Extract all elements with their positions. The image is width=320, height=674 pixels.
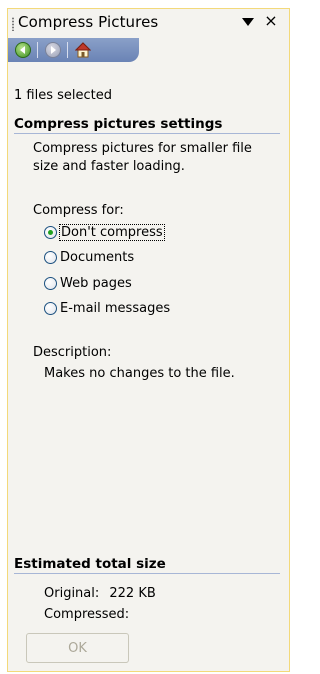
radio-button-icon[interactable] — [44, 276, 57, 290]
radio-button-icon[interactable] — [44, 225, 57, 239]
radio-email-messages[interactable]: E-mail messages — [44, 298, 170, 318]
files-selected-text: 1 files selected — [14, 88, 112, 103]
original-label: Original: — [44, 586, 100, 601]
dropdown-triangle-icon — [242, 18, 254, 26]
description-label: Description: — [33, 345, 112, 360]
back-button[interactable] — [14, 41, 32, 59]
radio-label: Web pages — [60, 275, 132, 291]
radio-dont-compress[interactable]: Don't compress — [44, 222, 165, 242]
radio-label: E-mail messages — [60, 300, 171, 316]
navigation-toolbar — [8, 38, 139, 62]
intro-text: Compress pictures for smaller file size … — [33, 141, 252, 174]
radio-label: Don't compress — [59, 223, 165, 241]
radio-label: Documents — [60, 249, 135, 265]
home-button[interactable] — [74, 41, 92, 59]
estimate-heading: Estimated total size — [14, 556, 280, 574]
back-arrow-icon — [15, 42, 31, 58]
compress-for-label: Compress for: — [33, 203, 124, 218]
toolbar-separator — [67, 42, 68, 58]
original-value: 222 KB — [109, 586, 156, 601]
pane-title: Compress Pictures — [18, 13, 159, 31]
compressed-size-row: Compressed: — [44, 607, 135, 622]
original-size-row: Original: 222 KB — [44, 586, 156, 601]
forward-button[interactable] — [44, 41, 62, 59]
home-icon — [75, 42, 91, 58]
compressed-label: Compressed: — [44, 607, 130, 622]
radio-selected-dot — [48, 229, 53, 235]
close-button[interactable]: × — [263, 11, 279, 31]
ok-button[interactable]: OK — [26, 633, 129, 663]
task-pane-titlebar[interactable]: Compress Pictures × — [8, 9, 289, 37]
radio-button-icon[interactable] — [44, 250, 57, 264]
radio-web-pages[interactable]: Web pages — [44, 273, 132, 293]
pane-menu-button[interactable] — [240, 14, 256, 30]
drag-grip-icon[interactable] — [12, 17, 14, 31]
description-text: Makes no changes to the file. — [44, 366, 235, 381]
forward-arrow-icon — [45, 42, 61, 58]
radio-button-icon[interactable] — [44, 301, 57, 315]
radio-documents[interactable]: Documents — [44, 247, 134, 267]
toolbar-separator — [37, 42, 38, 58]
settings-heading: Compress pictures settings — [14, 116, 280, 134]
